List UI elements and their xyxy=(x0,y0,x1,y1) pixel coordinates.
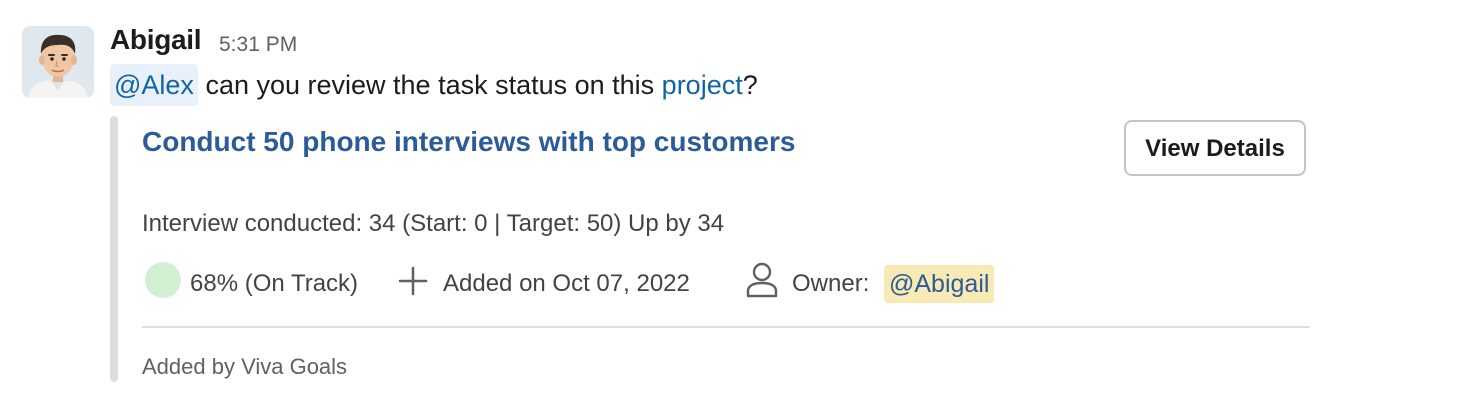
card-footer: Added by Viva Goals xyxy=(142,354,348,379)
person-icon xyxy=(746,262,778,298)
attachment-bar xyxy=(110,116,118,382)
mention-alex[interactable]: @Alex xyxy=(110,64,198,106)
status-dot-icon xyxy=(145,262,181,298)
project-link[interactable]: project xyxy=(662,70,743,100)
goal-progress-detail: Interview conducted: 34 (Start: 0 | Targ… xyxy=(142,210,725,237)
plus-icon xyxy=(398,266,428,296)
owner-label: Owner: xyxy=(792,270,870,297)
goal-title-link[interactable]: Conduct 50 phone interviews with top cus… xyxy=(142,126,795,158)
avatar-illustration xyxy=(22,26,94,98)
user-avatar[interactable] xyxy=(22,26,94,98)
added-date: Added on Oct 07, 2022 xyxy=(443,270,690,297)
card-divider xyxy=(142,326,1310,328)
message-text-end: ? xyxy=(742,70,758,100)
message-timestamp[interactable]: 5:31 PM xyxy=(219,33,297,57)
view-details-button[interactable]: View Details xyxy=(1124,120,1306,176)
progress-status: 68% (On Track) xyxy=(190,270,359,297)
goal-meta-row: 68% (On Track) Added on Oct 07, 2022 Own… xyxy=(142,262,1312,306)
message-text: @Alex can you review the task status on … xyxy=(110,64,758,106)
message-text-part: can you review the task status on this xyxy=(197,70,662,100)
message-author[interactable]: Abigail xyxy=(110,24,202,56)
owner-mention[interactable]: @Abigail xyxy=(884,265,995,303)
